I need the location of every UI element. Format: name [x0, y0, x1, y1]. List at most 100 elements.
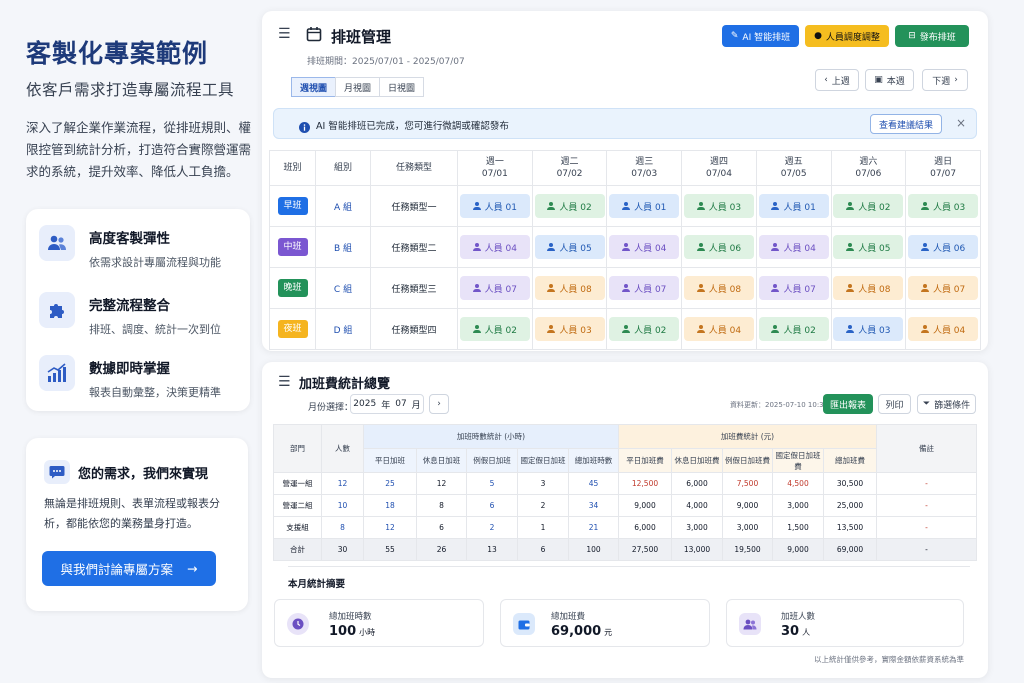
- tab-week[interactable]: 週視圖: [291, 77, 337, 97]
- feature-title: 數據即時掌握: [89, 361, 170, 377]
- day-header: 週三 07/03: [606, 150, 683, 186]
- overtime-panel: ☰ 加班費統計總覽 月份選擇： 2025 年 07 月 › 資料更新：2025-07-…: [262, 362, 988, 678]
- day-header: 週六 07/06: [830, 150, 907, 186]
- staff-chip[interactable]: 人員 07: [459, 276, 530, 300]
- view-suggestion-button[interactable]: 查看建議結果: [870, 114, 942, 134]
- schedule-panel: ☰ 排班管理 排班期間：2025/07/01 - 2025/07/07 ✎ AI …: [262, 11, 988, 351]
- staff-chip[interactable]: 人員 06: [683, 235, 754, 259]
- table-cell: 4,000: [671, 494, 723, 517]
- next-month-button[interactable]: ›: [429, 394, 449, 414]
- table-cell: 合計: [273, 538, 322, 561]
- staff-chip[interactable]: 人員 01: [609, 194, 680, 218]
- schedule-cell: 人員 04: [755, 226, 832, 268]
- people-icon: [39, 225, 75, 261]
- table-cell: 營運一組: [273, 472, 322, 495]
- schedule-cell: 人員 02: [531, 185, 608, 227]
- feature-desc: 報表自動彙整，決策更精準: [89, 386, 221, 399]
- schedule-cell: 人員 04: [606, 226, 683, 268]
- staff-name: 人員 07: [484, 284, 517, 295]
- cart-icon: ⊟: [908, 31, 916, 41]
- staff-chip[interactable]: 人員 02: [534, 194, 605, 218]
- person-icon: [696, 284, 705, 292]
- staff-chip[interactable]: 人員 05: [833, 235, 904, 259]
- table-cell: 100: [568, 538, 619, 561]
- table-cell: 21: [568, 516, 619, 539]
- ai-schedule-button[interactable]: ✎ AI 智能排班: [722, 25, 799, 47]
- close-icon[interactable]: ×: [956, 116, 966, 130]
- staff-name: 人員 02: [858, 202, 891, 213]
- tab-day[interactable]: 日視圖: [379, 77, 425, 97]
- menu-icon[interactable]: ☰: [278, 374, 291, 390]
- header-note: 備註: [876, 424, 977, 473]
- clock-icon: [287, 613, 309, 635]
- staff-chip[interactable]: 人員 01: [459, 194, 530, 218]
- staff-chip[interactable]: 人員 04: [683, 317, 754, 341]
- table-cell: 9,000: [772, 538, 824, 561]
- table-cell: 26: [416, 538, 467, 561]
- next-week-button[interactable]: 下週 ›: [922, 69, 968, 91]
- schedule-cell: 人員 08: [531, 267, 608, 309]
- publish-button[interactable]: ⊟ 發布排班: [895, 25, 969, 47]
- schedule-cell: 人員 07: [755, 267, 832, 309]
- staff-chip[interactable]: 人員 01: [758, 194, 829, 218]
- prev-week-button[interactable]: ‹ 上週: [815, 69, 859, 91]
- staff-chip[interactable]: 人員 08: [683, 276, 754, 300]
- schedule-table: 班別 組別 任務類型 週一 07/01 週二 07/02 週三 07/03 週四 07/04 週…: [269, 150, 981, 350]
- table-cell: 8: [416, 494, 467, 517]
- stat-value: 30 人: [781, 624, 811, 639]
- table-cell: 3: [517, 472, 569, 495]
- staff-chip[interactable]: 人員 03: [534, 317, 605, 341]
- staff-chip[interactable]: 人員 04: [609, 235, 680, 259]
- stat-value: 69,000 元: [551, 624, 613, 639]
- staff-name: 人員 01: [783, 202, 816, 213]
- schedule-row: 晚班 C 組任務類型三 人員 07 人員 08 人員 07 人員 08 人員 07 人員 08…: [269, 267, 981, 309]
- feature-card: 高度客製彈性 依需求設計專屬流程與功能 完整流程整合 排班、調度、統計一次到位 …: [26, 209, 250, 411]
- divider: [288, 566, 970, 567]
- chat-icon: [44, 460, 70, 484]
- menu-icon[interactable]: ☰: [278, 26, 291, 42]
- staff-chip[interactable]: 人員 03: [683, 194, 754, 218]
- schedule-cell: 人員 04: [905, 308, 981, 350]
- tab-month[interactable]: 月視圖: [335, 77, 381, 97]
- staff-chip[interactable]: 人員 03: [908, 194, 979, 218]
- staff-chip[interactable]: 人員 08: [534, 276, 605, 300]
- staff-chip[interactable]: 人員 04: [459, 235, 530, 259]
- staff-chip[interactable]: 人員 04: [758, 235, 829, 259]
- staff-chip[interactable]: 人員 02: [758, 317, 829, 341]
- schedule-cell: 人員 03: [531, 308, 608, 350]
- staff-name: 人員 05: [559, 243, 592, 254]
- day-name: 週四: [709, 157, 728, 167]
- staff-chip[interactable]: 人員 02: [609, 317, 680, 341]
- staff-chip[interactable]: 人員 02: [459, 317, 530, 341]
- stat-value: 100 小時: [329, 624, 376, 639]
- staff-chip[interactable]: 人員 08: [833, 276, 904, 300]
- print-button[interactable]: 列印: [878, 394, 911, 414]
- person-icon: [472, 284, 481, 292]
- day-date: 07/05: [780, 169, 807, 179]
- day-header: 週五 07/05: [755, 150, 832, 186]
- table-cell: 營運二組: [273, 494, 322, 517]
- table-cell: -: [876, 472, 977, 495]
- table-cell: 7,500: [722, 472, 773, 495]
- header-pay-group: 加班費統計 (元): [618, 424, 877, 449]
- schedule-row: 中班 B 組任務類型二 人員 04 人員 05 人員 04 人員 06 人員 04 人員 05…: [269, 226, 981, 268]
- staff-chip[interactable]: 人員 04: [908, 317, 979, 341]
- header-hours-group: 加班時數統計 (小時): [363, 424, 619, 449]
- export-button[interactable]: 匯出報表: [823, 394, 873, 414]
- month-picker[interactable]: 2025 年 07 月: [350, 394, 424, 414]
- adjust-staff-button[interactable]: ● 人員調度調整: [805, 25, 889, 47]
- staff-chip[interactable]: 人員 07: [758, 276, 829, 300]
- staff-chip[interactable]: 人員 07: [609, 276, 680, 300]
- table-cell: 8: [321, 516, 364, 539]
- this-week-button[interactable]: ▣ 本週: [865, 69, 914, 91]
- sub-header: 總加班費: [823, 448, 877, 473]
- staff-chip[interactable]: 人員 06: [908, 235, 979, 259]
- staff-chip[interactable]: 人員 07: [908, 276, 979, 300]
- staff-chip[interactable]: 人員 05: [534, 235, 605, 259]
- staff-chip[interactable]: 人員 03: [833, 317, 904, 341]
- feature-desc: 排班、調度、統計一次到位: [89, 323, 221, 336]
- filter-button[interactable]: ⏷ 篩選條件: [917, 394, 976, 414]
- contact-button[interactable]: 與我們討論專屬方案 →: [42, 551, 216, 586]
- hero: 客製化專案範例 依客戶需求打造專屬流程工具 深入了解企業作業流程，從排班規則、權…: [26, 34, 252, 183]
- staff-chip[interactable]: 人員 02: [833, 194, 904, 218]
